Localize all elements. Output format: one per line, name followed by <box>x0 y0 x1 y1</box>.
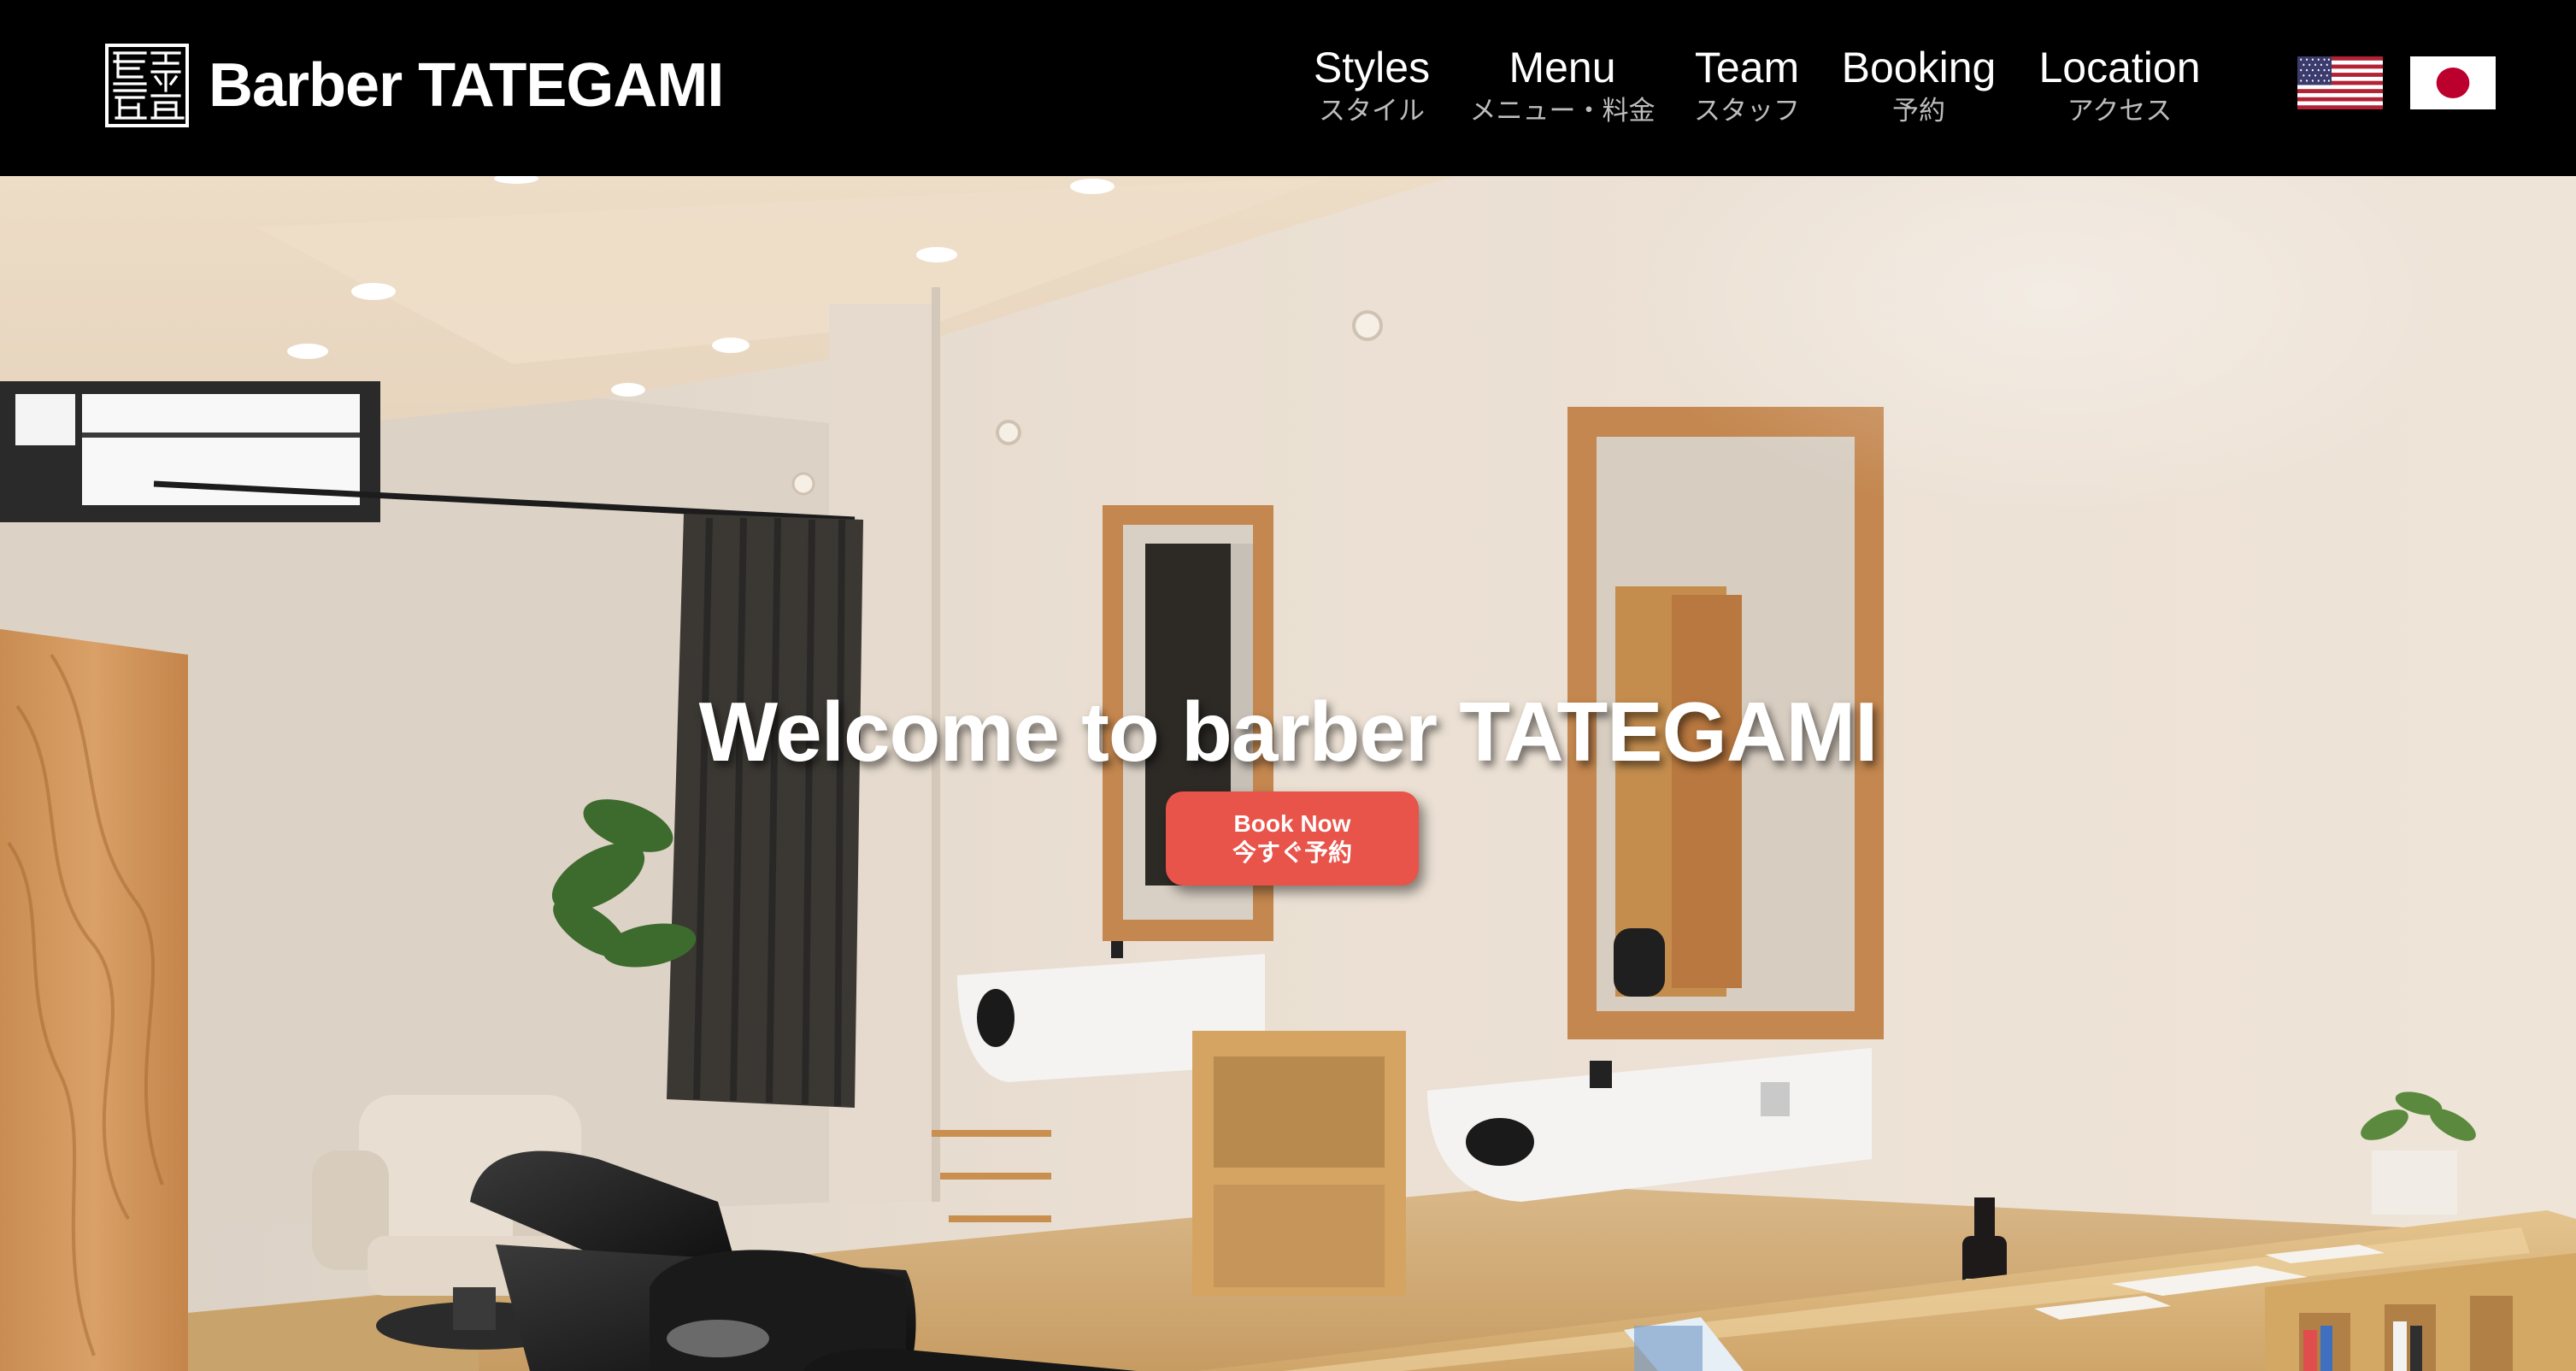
main-nav: Styles スタイル Menu メニュー・料金 Team スタッフ Booki… <box>0 43 2576 137</box>
nav-item-sublabel: スタイル <box>1318 96 1425 127</box>
nav-item-label: Styles <box>1313 44 1431 91</box>
nav-item-label: Menu <box>1509 44 1616 91</box>
nav-item-sublabel: アクセス <box>2067 96 2173 127</box>
nav-item-label: Team <box>1694 44 1800 91</box>
nav-item-sublabel: メニュー・料金 <box>1469 96 1656 127</box>
site-header: Barber TATEGAMI Styles スタイル Menu メニュー・料金… <box>0 0 2576 176</box>
nav-item-styles[interactable]: Styles スタイル <box>1314 43 1430 128</box>
nav-item-menu[interactable]: Menu メニュー・料金 <box>1470 43 1656 128</box>
nav-item-label: Location <box>2038 44 2201 91</box>
nav-item-sublabel: スタッフ <box>1694 96 1800 127</box>
book-now-label: Book Now <box>1233 810 1351 837</box>
japan-flag-icon[interactable] <box>2410 56 2496 109</box>
us-flag-icon[interactable] <box>2297 56 2383 109</box>
nav-item-team[interactable]: Team スタッフ <box>1694 43 1800 128</box>
nav-item-sublabel: 予約 <box>1891 96 1945 127</box>
nav-item-booking[interactable]: Booking 予約 <box>1842 43 1997 128</box>
hero-section: Welcome to barber TATEGAMI Book Now 今すぐ予… <box>0 176 2576 1371</box>
book-now-sublabel: 今すぐ予約 <box>1232 838 1352 867</box>
hero-title: Welcome to barber TATEGAMI <box>698 685 1879 779</box>
nav-item-label: Booking <box>1841 44 1997 91</box>
nav-item-location[interactable]: Location アクセス <box>2038 43 2200 128</box>
book-now-button[interactable]: Book Now 今すぐ予約 <box>1166 791 1419 886</box>
